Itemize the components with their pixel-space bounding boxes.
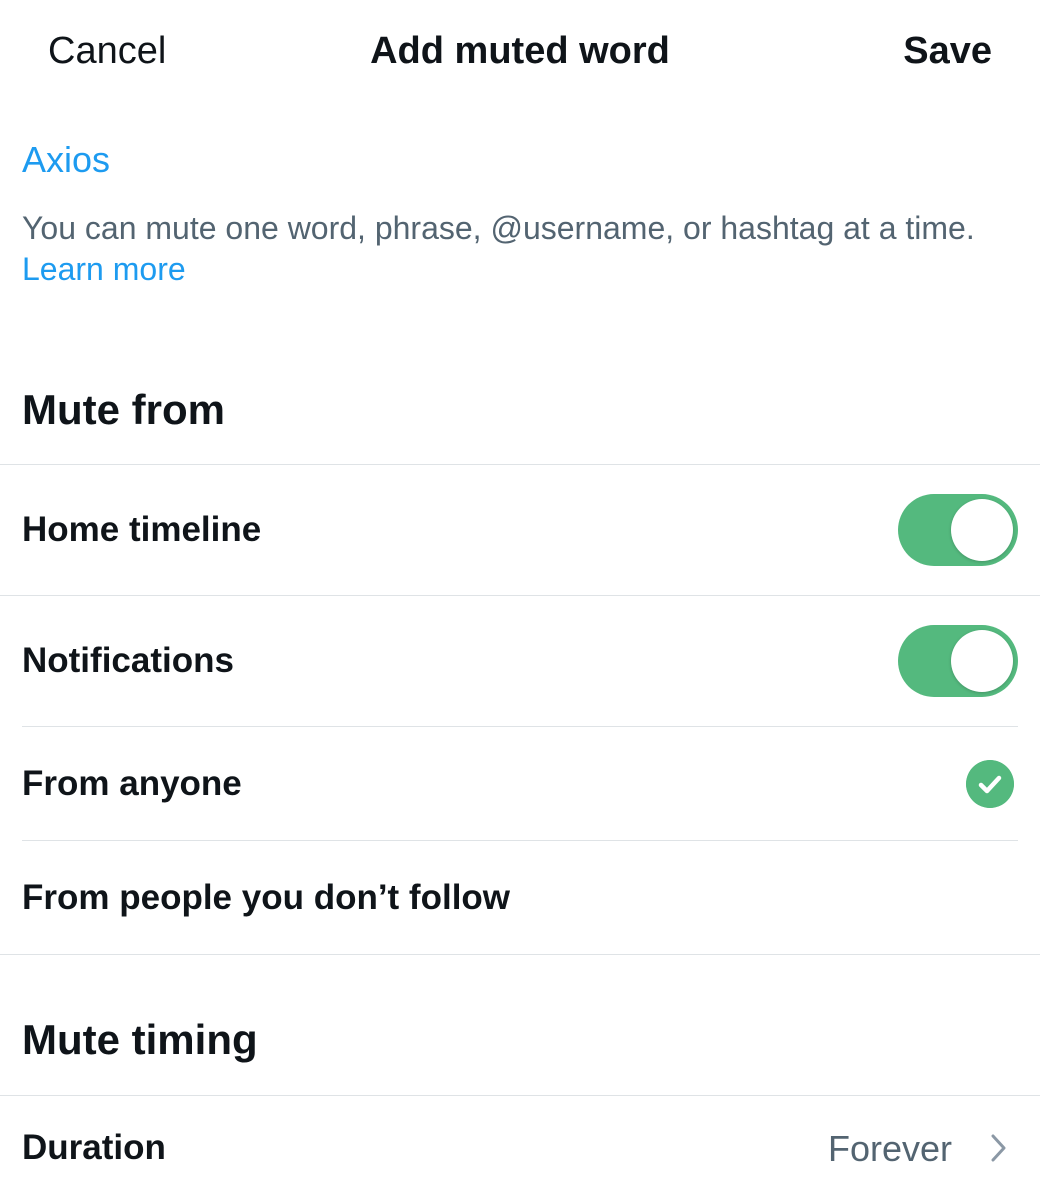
divider <box>0 954 1040 955</box>
chevron-right-icon <box>991 1134 1006 1162</box>
save-button[interactable]: Save <box>903 30 992 73</box>
divider <box>0 464 1040 465</box>
helper-text: You can mute one word, phrase, @username… <box>22 208 982 290</box>
home-timeline-toggle[interactable] <box>898 494 1018 566</box>
mute-from-heading: Mute from <box>22 386 225 433</box>
home-timeline-label: Home timeline <box>22 510 262 549</box>
notifications-toggle[interactable] <box>898 625 1018 697</box>
toggle-knob <box>951 499 1013 561</box>
divider <box>0 595 1040 596</box>
from-anyone-option[interactable] <box>0 727 1040 840</box>
helper-text-body: You can mute one word, phrase, @username… <box>22 210 975 246</box>
duration-row[interactable] <box>0 1096 1040 1200</box>
learn-more-link[interactable]: Learn more <box>22 251 186 287</box>
check-circle-icon <box>966 760 1014 808</box>
cancel-button[interactable]: Cancel <box>48 30 166 73</box>
mute-timing-heading: Mute timing <box>22 1016 258 1063</box>
notifications-label: Notifications <box>22 641 234 680</box>
modal-header: Cancel Add muted word Save <box>0 0 1040 110</box>
from-non-followers-option[interactable] <box>0 841 1040 954</box>
muted-word-input[interactable] <box>22 136 1012 184</box>
toggle-knob <box>951 630 1013 692</box>
page-title-text: Add muted word <box>370 30 670 72</box>
